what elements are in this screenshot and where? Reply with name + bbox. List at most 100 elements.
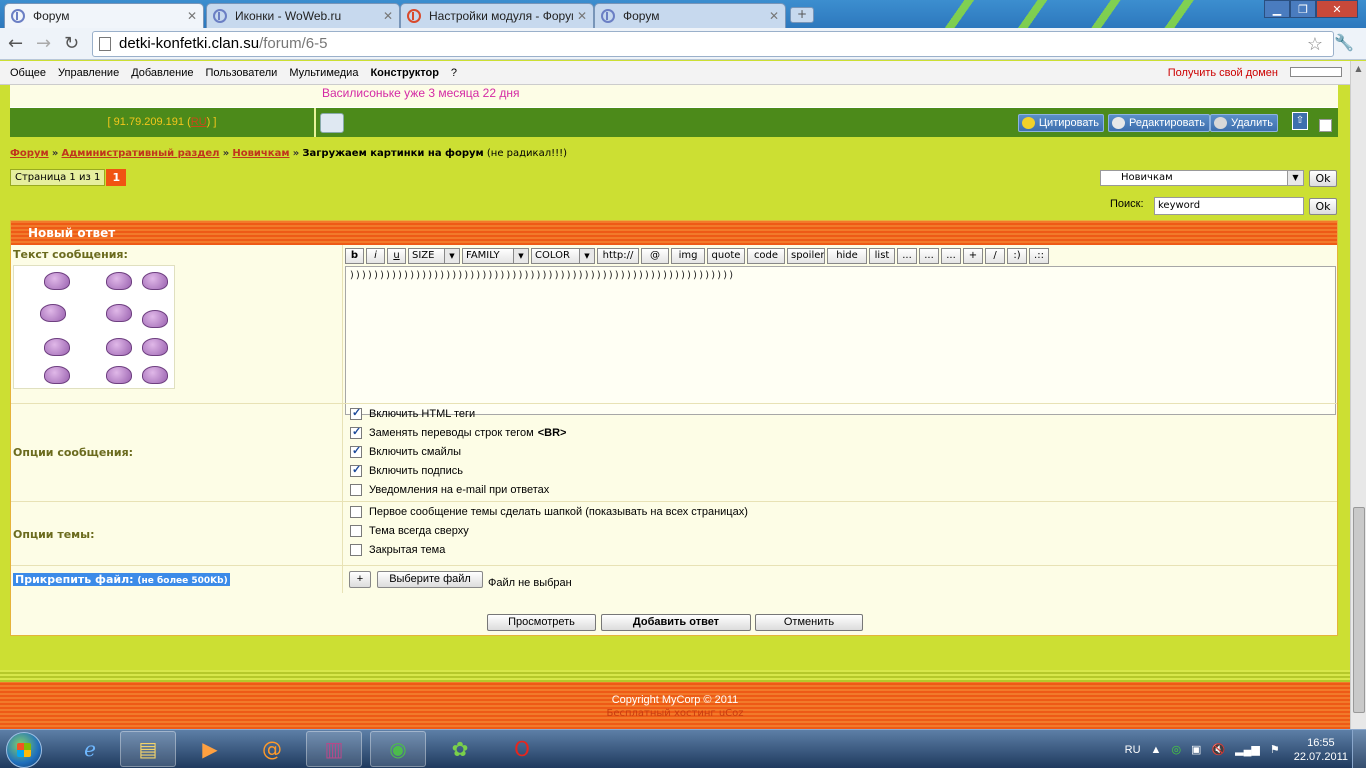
admin-bar-slider[interactable] [1290,67,1342,77]
bbcode-more-button[interactable]: ... [941,248,961,264]
option-smileys[interactable]: Включить смайлы [350,444,461,458]
wrench-icon[interactable]: 🔧 [1334,33,1354,52]
minimize-icon[interactable]: ▁ [1264,0,1290,18]
checkbox-email-notify[interactable] [350,484,362,496]
smiley-icon[interactable] [142,338,168,356]
option-html-tags[interactable]: Включить HTML теги [350,406,475,420]
bbcode-color-select[interactable]: COLOR ▼ [531,248,595,264]
smiley-icon[interactable] [106,366,132,384]
quote-button[interactable]: Цитировать [1017,114,1104,132]
bbcode-bold-button[interactable]: b [345,248,364,264]
breadcrumb-subforum[interactable]: Новичкам [232,148,289,159]
mail-agent-icon[interactable]: @ [244,731,300,767]
search-ok-button[interactable]: Ok [1309,198,1337,215]
checkbox-closed-topic[interactable] [350,544,362,556]
bbcode-more-button[interactable]: ... [897,248,917,264]
tray-agent-icon[interactable]: ◎ [1171,743,1181,756]
tab-forum-1[interactable]: Форум ✕ [4,3,204,28]
window-close-icon[interactable]: ✕ [1316,0,1358,18]
tray-device-icon[interactable]: ▣ [1191,743,1201,756]
scroll-thumb[interactable] [1353,507,1365,713]
preview-button[interactable]: Просмотреть [487,614,596,631]
page-number-current[interactable]: 1 [106,169,127,186]
media-player-icon[interactable]: ▶ [182,731,238,767]
option-signature[interactable]: Включить подпись [350,463,463,477]
smiley-icon[interactable] [142,366,168,384]
scroll-up-icon[interactable]: ▲ [1351,61,1366,77]
admin-menu-users[interactable]: Пользователи [206,67,278,79]
delete-button[interactable]: Удалить [1210,114,1278,132]
checkbox-signature[interactable] [350,463,362,477]
smiley-icon[interactable] [44,338,70,356]
chrome-icon[interactable]: ◉ [370,731,426,767]
smiley-icon[interactable] [106,272,132,290]
back-icon[interactable]: ← [8,33,23,54]
bbcode-hide-button[interactable]: hide [827,248,867,264]
admin-menu-help[interactable]: ? [451,67,457,79]
bbcode-url-button[interactable]: http:// [597,248,639,264]
bbcode-smile-button[interactable]: :) [1007,248,1027,264]
smiley-icon[interactable] [142,272,168,290]
new-tab-button[interactable]: + [790,7,814,23]
smiley-icon[interactable] [40,304,66,322]
submit-reply-button[interactable]: Добавить ответ [601,614,751,631]
checkbox-pin-first-post[interactable] [350,506,362,518]
bbcode-more-button[interactable]: ... [919,248,939,264]
get-domain-link[interactable]: Получить свой домен [1168,67,1278,79]
ie-icon[interactable]: ℯ [62,731,118,767]
language-indicator[interactable]: RU [1125,744,1141,756]
option-sticky-topic[interactable]: Тема всегда сверху [350,525,469,537]
network-icon[interactable]: ▂▄▆ [1235,743,1260,756]
option-pin-first-post[interactable]: Первое сообщение темы сделать шапкой (по… [350,506,748,518]
admin-menu-add[interactable]: Добавление [131,67,193,79]
tab-woweb-icons[interactable]: Иконки - WoWeb.ru ✕ [206,3,400,28]
address-bar[interactable]: detki-konfetki.clan.su/forum/6-5 ☆ [92,31,1334,57]
bbcode-family-select[interactable]: FAMILY ▼ [462,248,529,264]
message-textarea[interactable]: ))))))))))))))))))))))))))))))))))))))))… [345,266,1336,415]
explorer-icon[interactable]: ▤ [120,731,176,767]
edit-button[interactable]: Редактировать [1108,114,1210,132]
opera-icon[interactable]: O [494,731,550,767]
post-select-checkbox[interactable] [1319,119,1332,132]
option-email-notify[interactable]: Уведомления на e-mail при ответах [350,484,549,496]
bbcode-code-button[interactable]: code [747,248,785,264]
checkbox-smileys[interactable] [350,444,362,458]
reload-icon[interactable]: ↻ [64,33,79,54]
bbcode-email-button[interactable]: @ [641,248,669,264]
cancel-button[interactable]: Отменить [755,614,863,631]
option-closed-topic[interactable]: Закрытая тема [350,544,445,556]
tab-module-settings[interactable]: Настройки модуля - Форум ✕ [400,3,594,28]
search-input[interactable]: keyword [1154,197,1304,215]
checkbox-sticky-topic[interactable] [350,525,362,537]
smiley-icon[interactable] [106,338,132,356]
jump-ok-button[interactable]: Ok [1309,170,1337,187]
smiley-icon[interactable] [106,304,132,322]
admin-menu-management[interactable]: Управление [58,67,119,79]
scroll-top-icon[interactable]: ⇧ [1292,112,1308,130]
icq-icon[interactable]: ✿ [432,731,488,767]
bookmark-star-icon[interactable]: ☆ [1307,32,1323,56]
choose-file-button[interactable]: Выберите файл [377,571,483,588]
show-desktop-button[interactable] [1352,730,1366,768]
bbcode-quote-button[interactable]: quote [707,248,745,264]
hosting-link[interactable]: Бесплатный хостинг uCoz [0,708,1350,719]
admin-menu-multimedia[interactable]: Мультимедиа [289,67,358,79]
page-scrollbar[interactable]: ▲ [1350,61,1366,729]
close-icon[interactable]: ✕ [383,9,393,23]
tray-expand-icon[interactable]: ▲ [1151,744,1162,756]
bbcode-italic-button[interactable]: i [366,248,385,264]
bbcode-img-button[interactable]: img [671,248,705,264]
smiley-icon[interactable] [44,272,70,290]
windows-start-icon[interactable] [6,732,42,768]
close-icon[interactable]: ✕ [187,9,197,23]
maximize-icon[interactable]: ❐ [1290,0,1316,18]
close-icon[interactable]: ✕ [769,9,779,23]
clock[interactable]: 16:55 22.07.2011 [1294,736,1348,764]
country-code[interactable]: RU [191,116,207,128]
bbcode-list-button[interactable]: list [869,248,895,264]
admin-menu-constructor[interactable]: Конструктор [370,67,438,79]
close-icon[interactable]: ✕ [577,9,587,23]
bbcode-underline-button[interactable]: u [387,248,406,264]
add-file-button[interactable]: + [349,571,371,588]
breadcrumb-forum[interactable]: Форум [10,148,49,159]
